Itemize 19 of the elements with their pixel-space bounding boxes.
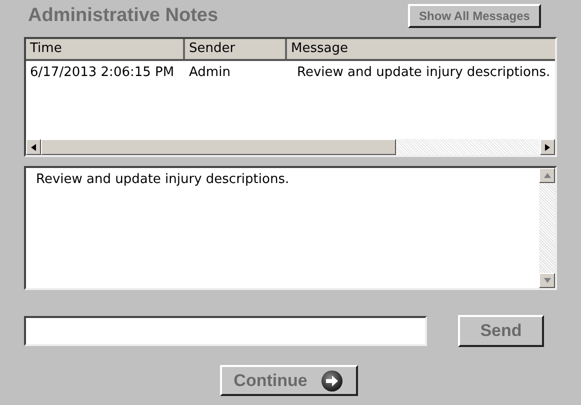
message-text: Review and update injury descriptions. [35, 171, 290, 189]
scrollbar-thumb[interactable] [41, 139, 396, 155]
table-cell-text: Review and update injury descriptions. [296, 65, 552, 80]
scroll-up-icon[interactable] [539, 168, 555, 183]
reply-input-field[interactable] [24, 316, 427, 346]
scroll-right-icon[interactable] [540, 139, 555, 155]
column-header[interactable]: Message [287, 39, 555, 59]
column-header[interactable]: Sender [185, 39, 287, 59]
column-header[interactable]: Time [26, 39, 185, 59]
arrow-right-icon [321, 370, 344, 392]
message-text-area[interactable]: Review and update injury descriptions. [24, 166, 557, 290]
page-title: Administrative Notes [28, 5, 218, 27]
scroll-left-icon[interactable] [26, 139, 41, 155]
table-cell-text: 6/17/2013 2:06:15 PM [29, 65, 176, 80]
horizontal-scrollbar[interactable] [26, 139, 555, 155]
message-row[interactable]: 6/17/2013 2:06:15 PM Admin Review and update injury descriptions. [26, 61, 555, 80]
scroll-down-icon[interactable] [539, 273, 555, 288]
table-cell-text: Admin [188, 65, 232, 80]
vertical-scrollbar[interactable] [539, 168, 555, 288]
